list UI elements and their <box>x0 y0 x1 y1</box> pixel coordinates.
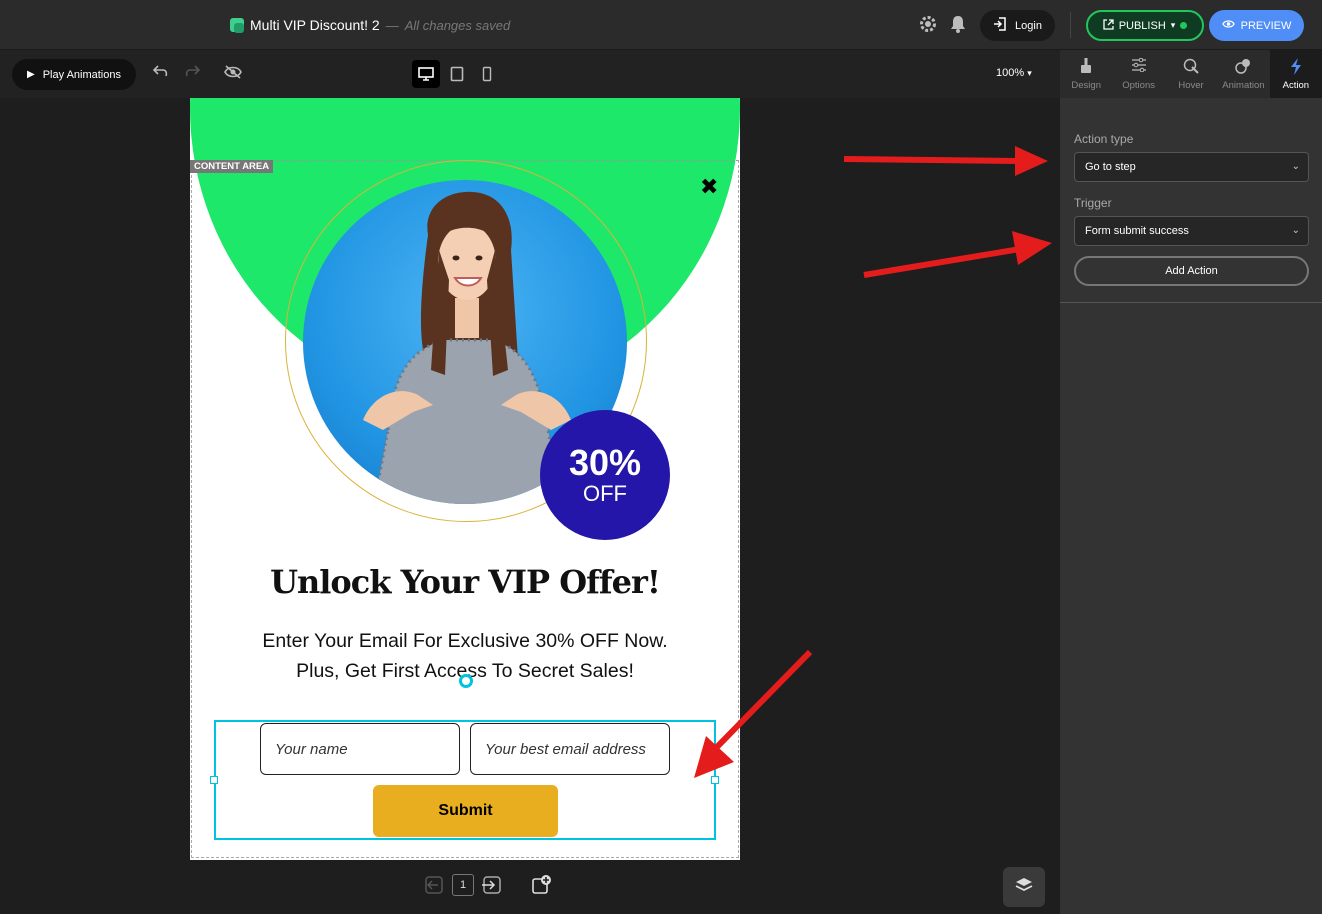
tab-options[interactable]: Options <box>1112 50 1164 98</box>
preview-button[interactable]: PREVIEW <box>1209 10 1304 41</box>
tab-action-label: Action <box>1282 79 1310 91</box>
document-title: Multi VIP Discount! 2 — All changes save… <box>230 17 510 33</box>
editor-toolbar: ▶ Play Animations 100% ▾ <box>0 50 1060 98</box>
tab-animation[interactable]: Animation <box>1217 50 1269 98</box>
brush-icon <box>1079 57 1093 75</box>
zoom-value: 100% <box>996 67 1025 79</box>
tab-action[interactable]: Action <box>1269 50 1322 98</box>
tab-design-label: Design <box>1071 79 1101 91</box>
publish-button[interactable]: PUBLISH ▾ <box>1086 10 1204 41</box>
trigger-value: Form submit success <box>1085 225 1189 237</box>
layers-button[interactable] <box>1003 867 1045 907</box>
top-bar: Multi VIP Discount! 2 — All changes save… <box>0 0 1322 50</box>
animation-icon <box>1234 58 1252 75</box>
hide-eye-icon[interactable] <box>223 64 243 84</box>
eye-icon <box>1221 19 1235 32</box>
submit-button[interactable]: Submit <box>373 785 558 837</box>
preview-label: PREVIEW <box>1240 19 1292 32</box>
step-number[interactable]: 1 <box>452 874 474 896</box>
nav-spacer <box>508 874 524 901</box>
external-link-icon <box>1103 18 1114 33</box>
save-status: All changes saved <box>404 17 511 33</box>
annotation-arrow-trigger <box>863 231 1052 278</box>
cursor-icon <box>1183 58 1199 75</box>
layers-icon <box>1014 876 1034 899</box>
action-panel: Action type Go to step ⌄ Trigger Form su… <box>1060 98 1322 914</box>
play-icon: ▶ <box>27 69 35 80</box>
chevron-down-icon: ⌄ <box>1291 161 1300 172</box>
settings-gear-icon[interactable] <box>918 14 938 34</box>
action-type-value: Go to step <box>1085 161 1136 173</box>
tab-animation-label: Animation <box>1222 79 1265 91</box>
close-icon[interactable]: ✖ <box>700 174 718 200</box>
trigger-label: Trigger <box>1074 196 1112 210</box>
annotation-arrow-form <box>694 649 813 778</box>
notification-bell-icon[interactable] <box>948 14 968 34</box>
step-navigation: 1 <box>424 874 552 901</box>
undo-icon[interactable] <box>151 64 171 84</box>
discount-badge[interactable]: 30% OFF <box>540 410 670 540</box>
chevron-down-icon: ▾ <box>1170 20 1176 30</box>
app-logo-icon <box>230 18 244 33</box>
editor-canvas: CONTENT AREA ✖ 30% OFF Unlock Your VIP O… <box>0 98 1060 914</box>
panel-divider <box>1060 302 1322 303</box>
title-separator: — <box>385 17 399 33</box>
rotate-handle[interactable] <box>459 674 473 688</box>
redo-icon[interactable] <box>182 64 202 84</box>
chevron-down-icon: ▾ <box>1027 68 1032 78</box>
desktop-view-icon[interactable] <box>412 60 440 88</box>
tab-hover-label: Hover <box>1178 79 1204 91</box>
tablet-view-icon[interactable] <box>443 60 471 88</box>
popup-headline[interactable]: Unlock Your VIP Offer! <box>190 563 740 601</box>
lightning-icon <box>1290 57 1302 75</box>
status-dot <box>1180 22 1188 29</box>
login-button[interactable]: Login <box>980 10 1055 41</box>
action-type-select[interactable]: Go to step ⌄ <box>1074 152 1309 182</box>
add-step-icon[interactable] <box>530 874 552 901</box>
subtext-line-1: Enter Your Email For Exclusive 30% OFF N… <box>262 630 668 652</box>
login-label: Login <box>1015 19 1042 32</box>
badge-off: OFF <box>583 481 627 506</box>
email-field[interactable]: Your best email address <box>470 723 670 775</box>
header-divider <box>1070 12 1071 38</box>
name-field[interactable]: Your name <box>260 723 460 775</box>
content-area-tag: CONTENT AREA <box>190 160 274 173</box>
next-step-icon[interactable] <box>480 874 502 901</box>
tab-design[interactable]: Design <box>1060 50 1112 98</box>
publish-label: PUBLISH <box>1118 19 1166 32</box>
sliders-icon <box>1131 57 1147 75</box>
add-action-button[interactable]: Add Action <box>1074 256 1309 286</box>
resize-handle-left[interactable] <box>210 776 218 784</box>
badge-percent: 30% <box>568 442 642 483</box>
trigger-select[interactable]: Form submit success ⌄ <box>1074 216 1309 246</box>
action-type-label: Action type <box>1074 132 1134 146</box>
zoom-control[interactable]: 100% ▾ <box>996 67 1032 79</box>
login-icon <box>993 17 1007 34</box>
chevron-down-icon: ⌄ <box>1291 225 1300 236</box>
play-animations-button[interactable]: ▶ Play Animations <box>12 59 136 90</box>
play-animations-label: Play Animations <box>42 68 121 81</box>
tab-options-label: Options <box>1122 79 1155 91</box>
tab-hover[interactable]: Hover <box>1165 50 1217 98</box>
previous-step-icon[interactable] <box>424 874 446 901</box>
mobile-view-icon[interactable] <box>473 60 501 88</box>
popup-preview[interactable]: CONTENT AREA ✖ 30% OFF Unlock Your VIP O… <box>190 98 740 860</box>
properties-tabs: Design Options Hover Animation Action <box>1060 50 1322 98</box>
document-name[interactable]: Multi VIP Discount! 2 <box>250 17 380 33</box>
